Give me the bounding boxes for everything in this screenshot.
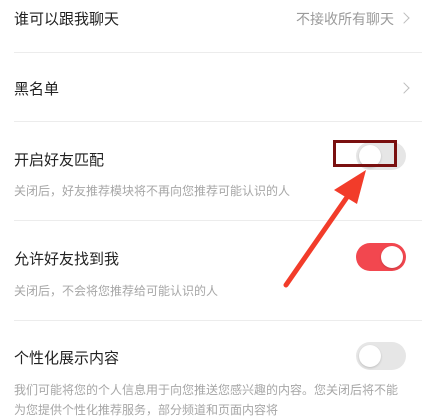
friend-match-desc: 关闭后，好友推荐模块将不再向您推荐可能认识的人 (14, 184, 291, 198)
personalized-desc: 我们可能将您的个人信息用于向您推送您感兴趣的内容。您关闭后将不能为您提供个性化推… (14, 383, 399, 417)
who-can-chat-row[interactable]: 谁可以跟我聊天 不接收所有聊天 (0, 0, 422, 52)
blacklist-label: 黑名单 (14, 80, 60, 98)
toggle-knob (381, 246, 403, 268)
toggle-knob (359, 345, 381, 367)
annotation-highlight-box (333, 140, 397, 167)
personalized-row: 个性化展示内容 我们可能将您的个人信息用于向您推送您感兴趣的内容。您关闭后将不能… (0, 321, 422, 417)
allow-find-me-toggle[interactable] (356, 243, 406, 271)
personalized-toggle[interactable] (356, 342, 406, 370)
personalized-label: 个性化展示内容 (14, 349, 120, 367)
who-can-chat-value: 不接收所有聊天 (296, 12, 394, 28)
allow-find-me-row: 允许好友找到我 关闭后，不会将您推荐给可能认识的人 (0, 221, 422, 319)
friend-match-label: 开启好友匹配 (14, 151, 105, 169)
chevron-right-icon (398, 12, 410, 24)
chevron-right-icon (398, 82, 410, 94)
blacklist-row[interactable]: 黑名单 (0, 53, 422, 121)
friend-match-row: 开启好友匹配 关闭后，好友推荐模块将不再向您推荐可能认识的人 (0, 122, 422, 220)
who-can-chat-label: 谁可以跟我聊天 (14, 10, 120, 28)
allow-find-me-label: 允许好友找到我 (14, 250, 120, 268)
allow-find-me-desc: 关闭后，不会将您推荐给可能认识的人 (14, 284, 219, 298)
